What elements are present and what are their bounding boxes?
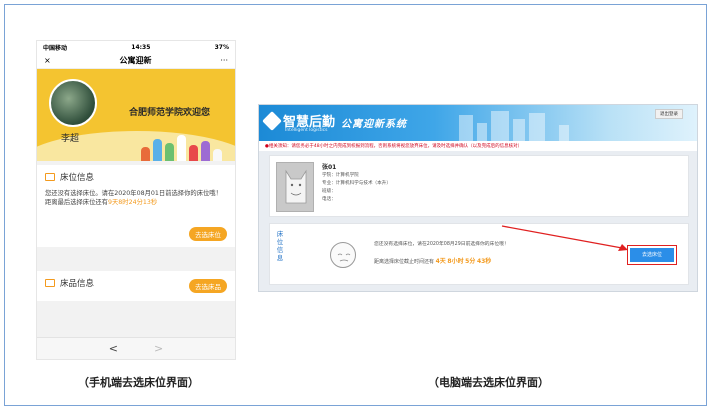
bed-status-message: 您还没有选择床位，请在2020年08月29日前选择你的床位哦！: [374, 242, 509, 247]
countdown-minutes: 5分: [465, 258, 476, 265]
bed-info-line2: 距离最后选择床位还有9天8时24分13秒: [45, 198, 227, 207]
student-name: 张01: [322, 164, 337, 171]
pencils-illustration: [141, 131, 231, 161]
back-icon[interactable]: <: [109, 342, 118, 355]
empty-face-icon: [330, 242, 356, 268]
highlight-arrow: [501, 225, 628, 251]
countdown-time: 9天8时24分13秒: [107, 199, 158, 206]
desktop-screenshot: 智慧后勤 Intelligent logistics 公寓迎新系统 退出登录 ●…: [258, 104, 698, 292]
building-illustration: [559, 125, 569, 141]
countdown-hours: 8小时: [447, 258, 464, 265]
bedding-info-title: 床品信息: [60, 279, 95, 289]
bed-info-header: 床位信息: [45, 171, 227, 183]
brand-subtitle: Intelligent logistics: [285, 128, 328, 133]
bedding-info-card: 床品信息 去选床品: [37, 271, 235, 301]
bed-info-vertical-label: 床位信息: [276, 230, 284, 262]
student-profile-card: 张01 学院：计算机学院 专业：计算机科学与技术（本升） 班级： 电话：: [269, 155, 689, 217]
welcome-text: 合肥师范学院欢迎您: [129, 108, 211, 118]
battery-label: 37%: [214, 43, 229, 51]
carrier-label: 中国移动: [43, 44, 68, 52]
countdown-prefix: 距离选择床位截止时间还有: [374, 259, 435, 265]
phone-screenshot: 中国移动 14:35 37% × 公寓迎新 ··· 合肥师范学院欢迎您 李超 床…: [36, 40, 236, 360]
building-illustration: [459, 115, 473, 141]
forward-icon[interactable]: >: [154, 342, 163, 355]
building-illustration: [529, 113, 545, 141]
logout-button[interactable]: 退出登录: [655, 109, 683, 119]
student-major: 专业：计算机科学与技术（本升）: [322, 181, 391, 186]
status-bar: 中国移动 14:35 37%: [37, 41, 235, 53]
bed-info-body: 您还没有选择床位。请在2020年08月01日前选择你的床位哦！ 距离最后选择床位…: [45, 189, 227, 207]
nav-bar: × 公寓迎新 ···: [37, 53, 235, 69]
choose-bed-button[interactable]: 去选床位: [189, 227, 227, 241]
building-illustration: [477, 123, 487, 141]
bed-info-card: 床位信息 您还没有选择床位。请在2020年08月01日前选择你的床位哦！ 距离最…: [37, 165, 235, 247]
browser-toolbar: < >: [37, 337, 235, 359]
avatar: [49, 79, 97, 127]
building-illustration: [491, 111, 509, 141]
page-title: 公寓迎新: [119, 56, 152, 65]
desktop-caption: （电脑端去选床位界面）: [428, 376, 549, 389]
bed-info-title: 床位信息: [60, 173, 95, 183]
student-class: 班级：: [322, 189, 336, 194]
countdown-days: 4天: [435, 258, 446, 265]
phone-caption: （手机端去选床位界面）: [78, 376, 199, 389]
choose-bed-button[interactable]: 去选床位: [627, 245, 677, 265]
system-title: 公寓迎新系统: [341, 119, 407, 130]
spacer: [37, 247, 235, 271]
countdown-prefix: 距离最后选择床位还有: [45, 199, 108, 206]
desktop-header: 智慧后勤 Intelligent logistics 公寓迎新系统 退出登录: [259, 105, 697, 141]
welcome-banner: 合肥师范学院欢迎您 李超: [37, 69, 235, 161]
bed-icon: [45, 173, 55, 181]
student-phone: 电话：: [322, 197, 336, 202]
bed-countdown: 距离选择床位截止时间还有 4天 8小时 5分 43秒: [374, 256, 491, 265]
choose-bedding-button[interactable]: 去选床品: [189, 279, 227, 293]
notice-bar: ●相关须知：请您务必于48小时之内完成到校报到流程，否则系统将视您放弃床位，请及…: [259, 141, 697, 151]
student-college: 学院：计算机学院: [322, 173, 359, 178]
more-icon[interactable]: ···: [220, 56, 228, 65]
close-icon[interactable]: ×: [44, 56, 51, 65]
user-name: 李超: [61, 134, 80, 144]
logo-icon: [262, 111, 282, 131]
countdown-seconds: 43秒: [476, 258, 492, 265]
student-photo: [276, 162, 314, 212]
clock-label: 14:35: [131, 43, 151, 51]
bed-info-line1: 您还没有选择床位。请在2020年08月01日前选择你的床位哦！: [45, 190, 222, 197]
building-illustration: [513, 119, 525, 141]
bedding-icon: [45, 279, 55, 287]
